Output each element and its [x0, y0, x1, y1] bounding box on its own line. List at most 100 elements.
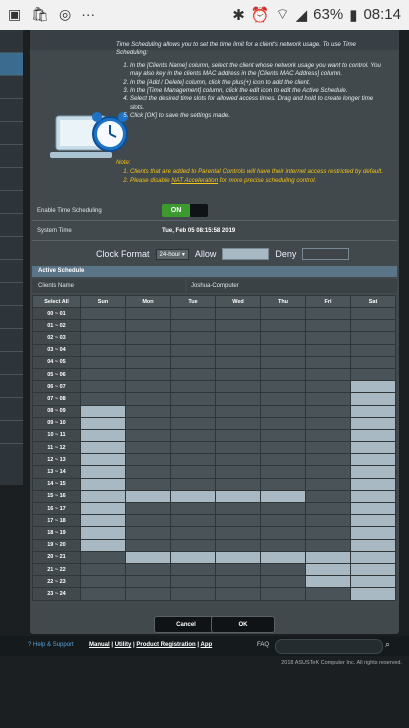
schedule-cell-denied[interactable] — [215, 380, 261, 394]
day-header-sun[interactable]: Sun — [80, 295, 126, 308]
sidebar-item[interactable] — [0, 421, 23, 444]
sidebar-item[interactable] — [0, 145, 23, 168]
schedule-cell-denied[interactable] — [170, 587, 216, 601]
schedule-cell-allowed[interactable] — [215, 550, 261, 564]
schedule-cell-denied[interactable] — [305, 453, 351, 467]
schedule-cell-allowed[interactable] — [80, 514, 126, 528]
hour-label[interactable]: 01 ~ 02 — [32, 319, 81, 333]
schedule-cell-denied[interactable] — [305, 501, 351, 516]
schedule-cell-denied[interactable] — [125, 404, 171, 418]
enable-toggle[interactable]: ON — [162, 204, 208, 217]
hour-label[interactable]: 18 ~ 19 — [32, 526, 81, 540]
schedule-cell-denied[interactable] — [215, 355, 261, 369]
schedule-cell-denied[interactable] — [260, 343, 306, 357]
utility-link[interactable]: Utility — [115, 642, 132, 648]
schedule-cell-allowed[interactable] — [350, 380, 396, 394]
schedule-cell-denied[interactable] — [170, 367, 216, 382]
schedule-cell-allowed[interactable] — [350, 550, 396, 564]
hour-label[interactable]: 12 ~ 13 — [32, 453, 81, 467]
schedule-cell-denied[interactable] — [305, 355, 351, 369]
schedule-cell-denied[interactable] — [170, 331, 216, 345]
hour-label[interactable]: 21 ~ 22 — [32, 562, 81, 577]
hour-label[interactable]: 15 ~ 16 — [32, 489, 81, 504]
search-icon[interactable]: ⌕ — [385, 639, 390, 650]
schedule-cell-denied[interactable] — [260, 575, 306, 589]
schedule-cell-denied[interactable] — [260, 453, 306, 467]
schedule-cell-allowed[interactable] — [80, 404, 126, 418]
schedule-cell-denied[interactable] — [80, 367, 126, 382]
hour-label[interactable]: 22 ~ 23 — [32, 575, 81, 589]
schedule-cell-denied[interactable] — [215, 306, 261, 321]
schedule-cell-denied[interactable] — [125, 526, 171, 540]
schedule-cell-denied[interactable] — [170, 306, 216, 321]
schedule-cell-denied[interactable] — [260, 538, 306, 552]
schedule-cell-denied[interactable] — [260, 416, 306, 430]
hour-label[interactable]: 11 ~ 12 — [32, 441, 81, 455]
help-support-link[interactable]: ? Help & Support — [28, 642, 74, 648]
cancel-button[interactable]: Cancel — [154, 616, 218, 633]
day-header-wed[interactable]: Wed — [215, 295, 261, 308]
schedule-cell-denied[interactable] — [125, 538, 171, 552]
schedule-cell-denied[interactable] — [80, 550, 126, 564]
schedule-cell-denied[interactable] — [170, 526, 216, 540]
schedule-cell-denied[interactable] — [80, 562, 126, 577]
schedule-cell-denied[interactable] — [215, 526, 261, 540]
schedule-cell-allowed[interactable] — [80, 453, 126, 467]
hour-label[interactable]: 16 ~ 17 — [32, 501, 81, 516]
schedule-cell-denied[interactable] — [170, 392, 216, 406]
schedule-cell-denied[interactable] — [305, 477, 351, 491]
schedule-cell-denied[interactable] — [80, 355, 126, 369]
sidebar-item-active[interactable] — [0, 53, 23, 76]
schedule-cell-denied[interactable] — [215, 538, 261, 552]
schedule-cell-denied[interactable] — [305, 465, 351, 479]
schedule-cell-allowed[interactable] — [350, 514, 396, 528]
select-all-button[interactable]: Select All — [32, 295, 81, 308]
schedule-cell-denied[interactable] — [260, 331, 306, 345]
schedule-cell-allowed[interactable] — [80, 526, 126, 540]
schedule-cell-denied[interactable] — [305, 404, 351, 418]
schedule-cell-denied[interactable] — [305, 428, 351, 443]
schedule-cell-denied[interactable] — [170, 477, 216, 491]
hour-label[interactable]: 17 ~ 18 — [32, 514, 81, 528]
schedule-cell-denied[interactable] — [305, 489, 351, 504]
schedule-cell-denied[interactable] — [260, 587, 306, 601]
schedule-cell-allowed[interactable] — [260, 489, 306, 504]
schedule-cell-denied[interactable] — [215, 453, 261, 467]
schedule-cell-denied[interactable] — [260, 477, 306, 491]
schedule-cell-denied[interactable] — [260, 562, 306, 577]
schedule-cell-denied[interactable] — [305, 538, 351, 552]
schedule-cell-denied[interactable] — [260, 526, 306, 540]
schedule-cell-denied[interactable] — [260, 501, 306, 516]
schedule-cell-denied[interactable] — [350, 319, 396, 333]
schedule-cell-allowed[interactable] — [215, 489, 261, 504]
schedule-cell-allowed[interactable] — [350, 465, 396, 479]
schedule-cell-denied[interactable] — [170, 380, 216, 394]
schedule-cell-denied[interactable] — [260, 355, 306, 369]
sidebar-item[interactable] — [0, 76, 23, 99]
schedule-cell-denied[interactable] — [80, 331, 126, 345]
schedule-cell-denied[interactable] — [80, 587, 126, 601]
hour-label[interactable]: 05 ~ 06 — [32, 367, 81, 382]
sidebar-item[interactable] — [0, 214, 23, 237]
schedule-cell-allowed[interactable] — [350, 501, 396, 516]
schedule-cell-allowed[interactable] — [350, 489, 396, 504]
schedule-cell-allowed[interactable] — [350, 538, 396, 552]
schedule-cell-allowed[interactable] — [350, 428, 396, 443]
hour-label[interactable]: 07 ~ 08 — [32, 392, 81, 406]
schedule-cell-denied[interactable] — [125, 380, 171, 394]
sidebar-item[interactable] — [0, 260, 23, 283]
schedule-cell-denied[interactable] — [125, 367, 171, 382]
schedule-cell-allowed[interactable] — [305, 562, 351, 577]
schedule-cell-denied[interactable] — [125, 465, 171, 479]
schedule-cell-denied[interactable] — [305, 319, 351, 333]
schedule-cell-denied[interactable] — [215, 428, 261, 443]
schedule-cell-denied[interactable] — [170, 575, 216, 589]
schedule-cell-denied[interactable] — [260, 428, 306, 443]
sidebar-item[interactable] — [0, 352, 23, 375]
schedule-cell-denied[interactable] — [215, 514, 261, 528]
schedule-cell-allowed[interactable] — [80, 489, 126, 504]
schedule-cell-denied[interactable] — [215, 367, 261, 382]
schedule-cell-denied[interactable] — [260, 367, 306, 382]
schedule-cell-denied[interactable] — [305, 441, 351, 455]
schedule-cell-denied[interactable] — [215, 562, 261, 577]
